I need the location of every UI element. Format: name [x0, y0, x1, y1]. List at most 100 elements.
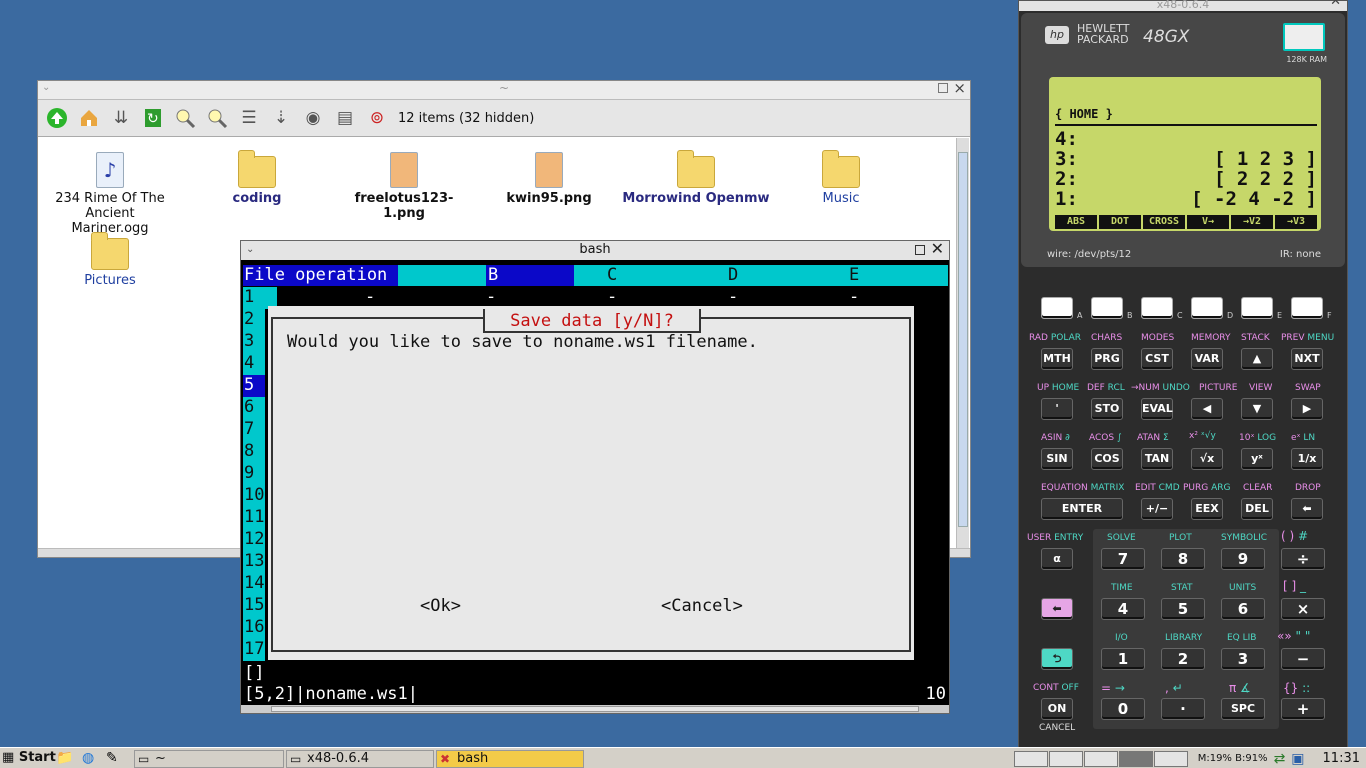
ok-button[interactable]: <Ok>: [420, 596, 461, 616]
task-bash[interactable]: ✖ bash: [436, 750, 584, 768]
eval-key[interactable]: EVAL: [1141, 398, 1173, 420]
command-line[interactable]: []: [244, 663, 264, 683]
column-header-c[interactable]: C: [607, 265, 617, 285]
mth-key[interactable]: MTH: [1041, 348, 1073, 370]
column-header-e[interactable]: E: [849, 265, 859, 285]
file-item[interactable]: Pictures: [50, 226, 170, 288]
cell[interactable]: -: [607, 287, 617, 307]
cell[interactable]: -: [365, 287, 375, 307]
zoom-in-icon[interactable]: [172, 105, 198, 131]
softkey-b[interactable]: [1091, 297, 1123, 319]
task-home[interactable]: ▭ ~: [134, 750, 284, 768]
scroll-thumb[interactable]: [958, 152, 968, 527]
workspace[interactable]: [1083, 750, 1118, 767]
cst-key[interactable]: CST: [1141, 348, 1173, 370]
key-6[interactable]: 6: [1221, 598, 1265, 620]
left-arrow-key[interactable]: ◀: [1191, 398, 1223, 420]
cancel-button[interactable]: <Cancel>: [661, 596, 743, 616]
down-arrows-icon[interactable]: ⇊: [108, 105, 134, 131]
right-shift-key[interactable]: ⮌: [1041, 648, 1073, 670]
cell[interactable]: -: [728, 287, 738, 307]
eex-key[interactable]: EEX: [1191, 498, 1223, 520]
reciprocal-key[interactable]: 1/x: [1291, 448, 1323, 470]
key-7[interactable]: 7: [1101, 548, 1145, 570]
sin-key[interactable]: SIN: [1041, 448, 1073, 470]
editor-launcher-icon[interactable]: ✎: [106, 750, 118, 766]
zoom-out-icon[interactable]: [204, 105, 230, 131]
key-1[interactable]: 1: [1101, 648, 1145, 670]
browser-launcher-icon[interactable]: ◍: [82, 750, 94, 766]
column-header-b[interactable]: B: [486, 265, 574, 286]
softkey-d[interactable]: [1191, 297, 1223, 319]
window-menu-icon[interactable]: ⌄: [246, 241, 254, 259]
key-9[interactable]: 9: [1221, 548, 1265, 570]
down-arrow-key[interactable]: ▼: [1241, 398, 1273, 420]
softkey-e[interactable]: [1241, 297, 1273, 319]
home-icon[interactable]: [76, 105, 102, 131]
quote-key[interactable]: ': [1041, 398, 1073, 420]
right-arrow-key[interactable]: ▶: [1291, 398, 1323, 420]
details-icon[interactable]: ▤: [332, 105, 358, 131]
close-icon[interactable]: ✕: [931, 240, 944, 258]
calculator-titlebar[interactable]: x48-0.6.4 ✕: [1019, 0, 1347, 11]
workspace[interactable]: [1048, 750, 1083, 767]
sto-key[interactable]: STO: [1091, 398, 1123, 420]
file-item[interactable]: kwin95.png: [489, 144, 609, 206]
close-icon[interactable]: ✕: [1330, 0, 1341, 8]
key-0[interactable]: 0: [1101, 698, 1145, 720]
backspace-key[interactable]: ⬅: [1291, 498, 1323, 520]
view-hidden-icon[interactable]: ◉: [300, 105, 326, 131]
file-operation-menu[interactable]: File operation: [243, 265, 398, 286]
window-menu-icon[interactable]: ⌄: [42, 82, 50, 93]
key-2[interactable]: 2: [1161, 648, 1205, 670]
sign-key[interactable]: +/−: [1141, 498, 1173, 520]
minus-key[interactable]: −: [1281, 648, 1325, 670]
plus-key[interactable]: +: [1281, 698, 1325, 720]
cell[interactable]: -: [486, 287, 496, 307]
task-x48[interactable]: ▭ x48-0.6.4: [286, 750, 434, 768]
sqrt-key[interactable]: √x: [1191, 448, 1223, 470]
left-shift-key[interactable]: ⬅: [1041, 598, 1073, 620]
maximize-icon[interactable]: [938, 83, 948, 93]
file-manager-titlebar[interactable]: ⌄ ~ ×: [38, 79, 970, 100]
workspace-pager[interactable]: [1013, 750, 1188, 767]
stop-icon[interactable]: ⊚: [364, 105, 390, 131]
power-key[interactable]: yˣ: [1241, 448, 1273, 470]
monitor-icon[interactable]: ▣: [1291, 751, 1304, 767]
close-icon[interactable]: ×: [953, 79, 966, 97]
file-item[interactable]: freelotus123-1.png: [334, 144, 474, 221]
on-key[interactable]: ON: [1041, 698, 1073, 720]
spc-key[interactable]: SPC: [1221, 698, 1265, 720]
multiply-key[interactable]: ×: [1281, 598, 1325, 620]
cos-key[interactable]: COS: [1091, 448, 1123, 470]
prg-key[interactable]: PRG: [1091, 348, 1123, 370]
cell[interactable]: -: [849, 287, 859, 307]
divide-key[interactable]: ÷: [1281, 548, 1325, 570]
list-view-icon[interactable]: ☰: [236, 105, 262, 131]
enter-key[interactable]: ENTER: [1041, 498, 1123, 520]
workspace[interactable]: [1153, 750, 1188, 767]
softkey-c[interactable]: [1141, 297, 1173, 319]
key-8[interactable]: 8: [1161, 548, 1205, 570]
key-5[interactable]: 5: [1161, 598, 1205, 620]
refresh-icon[interactable]: ↻: [140, 105, 166, 131]
maximize-icon[interactable]: [915, 245, 925, 255]
key-4[interactable]: 4: [1101, 598, 1145, 620]
alpha-key[interactable]: α: [1041, 548, 1073, 570]
sort-icon[interactable]: ⇣: [268, 105, 294, 131]
up-icon[interactable]: [44, 105, 70, 131]
workspace-active[interactable]: [1118, 750, 1153, 767]
file-item[interactable]: Music: [781, 144, 901, 206]
file-item[interactable]: Morrowind Openmw: [621, 144, 771, 206]
decimal-key[interactable]: ·: [1161, 698, 1205, 720]
softkey-a[interactable]: [1041, 297, 1073, 319]
horizontal-scrollbar[interactable]: [241, 705, 949, 713]
tan-key[interactable]: TAN: [1141, 448, 1173, 470]
network-icon[interactable]: ⇄: [1274, 751, 1286, 767]
workspace[interactable]: [1013, 750, 1048, 767]
start-button[interactable]: ▦ Start: [2, 750, 56, 766]
var-key[interactable]: VAR: [1191, 348, 1223, 370]
up-arrow-key[interactable]: ▲: [1241, 348, 1273, 370]
del-key[interactable]: DEL: [1241, 498, 1273, 520]
file-item[interactable]: coding: [197, 144, 317, 206]
